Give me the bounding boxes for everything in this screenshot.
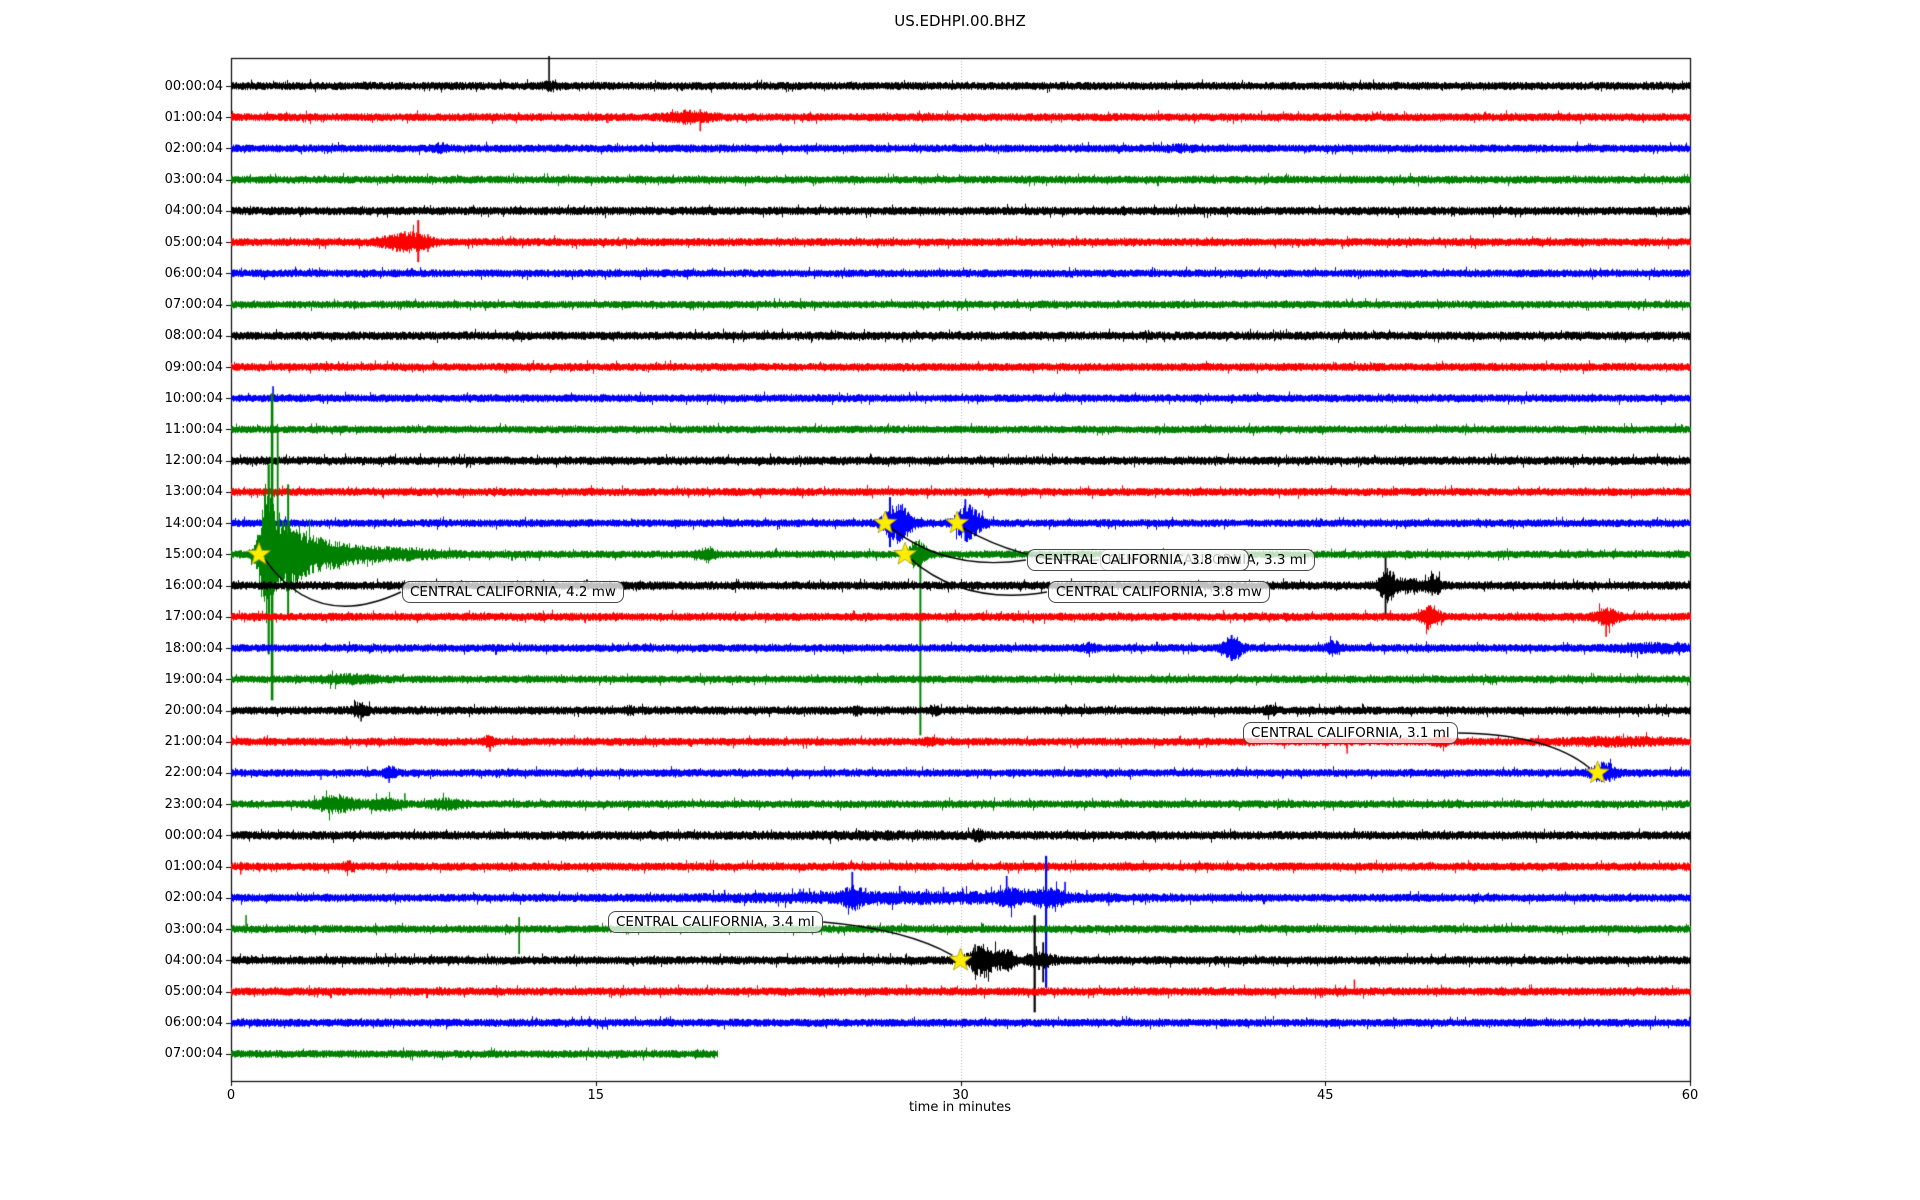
- y-tick-label: 11:00:04: [164, 421, 223, 437]
- x-tick-label: 60: [1681, 1088, 1699, 1103]
- y-tick-label: 17:00:04: [164, 609, 223, 625]
- y-tick-label: 05:00:04: [164, 234, 223, 250]
- y-tick-label: 05:00:04: [164, 984, 223, 1000]
- event-annotation: CENTRAL CALIFORNIA, 3.1 ml: [1243, 722, 1458, 744]
- y-tick-label: 00:00:04: [164, 78, 223, 94]
- event-annotation: CENTRAL CALIFORNIA, 4.2 mw: [402, 581, 624, 603]
- y-tick-label: 06:00:04: [164, 1015, 223, 1031]
- y-tick-label: 06:00:04: [164, 265, 223, 281]
- y-tick-label: 01:00:04: [164, 109, 223, 125]
- event-annotation: CENTRAL CALIFORNIA, 3.8 mw: [1048, 581, 1270, 603]
- event-annotation: CENTRAL CALIFORNIA, 3.4 ml: [608, 911, 823, 933]
- x-tick-label: 45: [1316, 1088, 1334, 1103]
- y-tick-label: 09:00:04: [164, 359, 223, 375]
- y-tick-label: 18:00:04: [164, 640, 223, 656]
- x-tick-label: 15: [587, 1088, 605, 1103]
- x-tick-label: 0: [226, 1088, 236, 1103]
- y-tick-label: 15:00:04: [164, 546, 223, 562]
- y-tick-label: 04:00:04: [164, 952, 223, 968]
- y-tick-label: 04:00:04: [164, 203, 223, 219]
- y-tick-label: 02:00:04: [164, 890, 223, 906]
- y-tick-label: 07:00:04: [164, 297, 223, 313]
- y-tick-label: 22:00:04: [164, 765, 223, 781]
- y-tick-label: 10:00:04: [164, 390, 223, 406]
- y-tick-label: 23:00:04: [164, 796, 223, 812]
- seismogram-figure: US.EDHPI.00.BHZ 00:00:0401:00:0402:00:04…: [0, 0, 1920, 1200]
- y-tick-label: 12:00:04: [164, 453, 223, 469]
- y-tick-label: 20:00:04: [164, 703, 223, 718]
- y-tick-label: 01:00:04: [164, 859, 223, 875]
- y-tick-label: 13:00:04: [164, 484, 223, 500]
- y-tick-label: 21:00:04: [164, 734, 223, 750]
- y-tick-label: 08:00:04: [164, 328, 223, 344]
- y-tick-label: 16:00:04: [164, 578, 223, 594]
- seismogram-canvas: [0, 0, 1920, 1200]
- x-axis-title: time in minutes: [908, 1100, 1012, 1115]
- y-tick-label: 19:00:04: [164, 671, 223, 687]
- y-tick-label: 14:00:04: [164, 515, 223, 531]
- y-tick-label: 03:00:04: [164, 921, 223, 937]
- event-annotation: CENTRAL CALIFORNIA, 3.8 mw: [1027, 549, 1249, 571]
- y-tick-label: 00:00:04: [164, 827, 223, 843]
- y-tick-label: 02:00:04: [164, 140, 223, 156]
- y-tick-label: 03:00:04: [164, 172, 223, 188]
- y-tick-label: 07:00:04: [164, 1046, 223, 1062]
